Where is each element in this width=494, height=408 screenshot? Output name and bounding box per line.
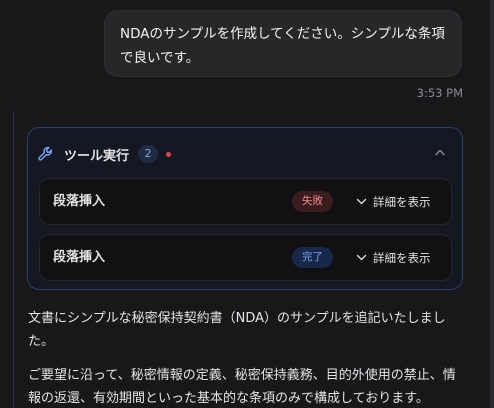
- response-p2-line-2: 報の返還、有効期間といった基本的な条項のみで構成しております。: [28, 391, 429, 406]
- response-p1-line-1: 文書にシンプルな秘密保持契約書（NDA）のサンプルを追記いたしまし: [28, 311, 446, 326]
- wrench-icon: [38, 146, 54, 162]
- assistant-response: 文書にシンプルな秘密保持契約書（NDA）のサンプルを追記いたしまし た。 ご要望…: [28, 307, 468, 408]
- response-paragraph-1: 文書にシンプルな秘密保持契約書（NDA）のサンプルを追記いたしまし た。: [28, 307, 468, 353]
- tool-step-label: 段落挿入: [53, 194, 106, 209]
- tool-panel-title: ツール実行: [64, 148, 130, 164]
- status-badge-failed: 失敗: [292, 191, 333, 212]
- chevron-up-icon[interactable]: [434, 148, 446, 156]
- assistant-thread-rule: [13, 111, 14, 408]
- message-timestamp: 3:53 PM: [416, 86, 463, 100]
- chevron-down-icon: [356, 198, 367, 205]
- show-details-label: 詳細を表示: [373, 250, 431, 265]
- error-indicator-dot: [166, 151, 172, 157]
- tool-panel-header[interactable]: ツール実行 2: [38, 144, 172, 164]
- tool-step-row: 段落挿入 完了 詳細を表示: [39, 234, 452, 281]
- response-paragraph-2: ご要望に沿って、秘密情報の定義、秘密保持義務、目的外使用の禁止、情 報の返還、有…: [28, 364, 468, 408]
- tool-execution-panel: ツール実行 2 段落挿入 失敗 詳細を表示 段落挿入 完了 詳細を表示: [27, 127, 463, 290]
- user-message-bubble: NDAのサンプルを作成してください。シンプルな条項 で良いです。: [104, 10, 462, 77]
- tool-count-badge: 2: [138, 145, 159, 163]
- chevron-down-icon: [356, 254, 367, 261]
- tool-step-label: 段落挿入: [53, 250, 106, 265]
- show-details-button[interactable]: 詳細を表示: [356, 179, 431, 224]
- user-message-line-2: で良いです。: [120, 50, 200, 66]
- chat-view: NDAのサンプルを作成してください。シンプルな条項 で良いです。 3:53 PM…: [0, 0, 494, 408]
- response-p2-line-1: ご要望に沿って、秘密情報の定義、秘密保持義務、目的外使用の禁止、情: [28, 368, 456, 383]
- status-badge-done: 完了: [292, 247, 333, 268]
- show-details-label: 詳細を表示: [373, 194, 431, 209]
- show-details-button[interactable]: 詳細を表示: [356, 235, 431, 280]
- tool-step-row: 段落挿入 失敗 詳細を表示: [39, 178, 452, 225]
- response-p1-line-2: た。: [28, 334, 55, 349]
- scrollbar[interactable]: [490, 0, 494, 408]
- user-message-line-1: NDAのサンプルを作成してください。シンプルな条項: [120, 26, 445, 42]
